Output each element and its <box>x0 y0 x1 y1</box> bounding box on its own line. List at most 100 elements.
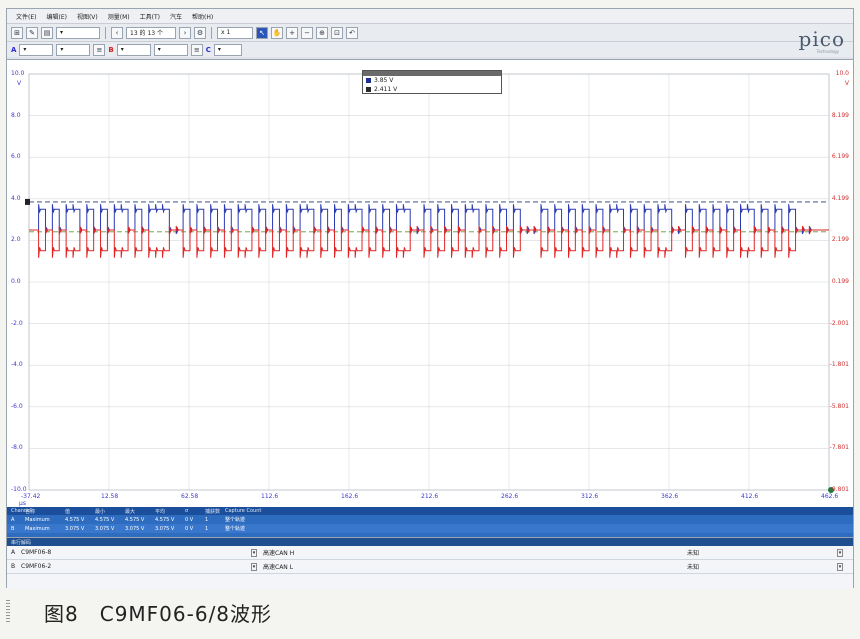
channel-a-coupling[interactable]: ▾ <box>56 43 91 56</box>
y-axis-right-tick: 0.199 <box>831 278 849 285</box>
scope-view[interactable]: 3.85 V 2.411 V 10.0 8.0 6.0 4.0 2.0 0.0 -2.0 -4… <box>7 59 853 507</box>
scope-mode-icon[interactable]: ⊞ <box>11 26 23 39</box>
spectrum-mode-icon[interactable]: ▤ <box>41 26 53 39</box>
y-axis-right-tick: 10.0 <box>835 70 849 77</box>
y-axis-left-unit: V <box>17 80 22 87</box>
measurement-header-cell: σ <box>185 508 189 514</box>
y-axis-left-tick: 4.0 <box>11 194 21 202</box>
y-axis-right-tick: 6.199 <box>831 153 849 161</box>
y-axis-right-tick: -1.801 <box>829 361 849 369</box>
y-axis-right-tick: 4.199 <box>831 194 849 202</box>
decode-status-dropdown-icon[interactable]: ▾ <box>837 549 843 557</box>
channel-b-coupling[interactable]: ▾ <box>153 43 188 56</box>
decode-status: 未知 <box>687 564 700 571</box>
measurement-cell: 4.575 V <box>125 516 145 523</box>
measurements-header: Channel 名称 值 最小 最大 平均 σ 捕获数 Capture Count <box>7 507 853 515</box>
decode-channel: B <box>11 563 16 570</box>
decode-row[interactable]: B C9MF06-2 ▾ 高速CAN L 未知 ▾ <box>7 560 853 574</box>
menu-help[interactable]: 帮助(H) <box>187 12 218 21</box>
ruler-legend-row: 2.411 V <box>363 85 501 94</box>
measurement-header-cell: Capture Count <box>225 508 262 514</box>
y-axis-left-tick: 0.0 <box>11 278 21 285</box>
decode-dropdown-icon[interactable]: ▾ <box>251 563 257 571</box>
menu-tools[interactable]: 工具(T) <box>135 12 165 21</box>
measurement-header-cell: 最小 <box>95 508 106 515</box>
measurement-cell: 0 V <box>185 516 194 523</box>
pico-logo-subtitle: Technology <box>816 49 839 54</box>
x-axis-tick: 412.6 <box>741 493 759 500</box>
measurement-cell: Maximum <box>25 525 50 532</box>
measurement-cell: 3.075 V <box>125 525 145 532</box>
measurement-header-cell: 捕获数 <box>205 508 221 515</box>
y-axis-right-tick: 2.199 <box>831 236 849 244</box>
zoom-out-icon[interactable]: − <box>301 26 313 39</box>
hand-tool-icon[interactable]: ✋ <box>271 26 283 39</box>
channel-a-label: A <box>11 45 17 54</box>
measurement-cell: 1 <box>205 525 209 532</box>
channel-a-range[interactable]: ▾ <box>19 43 54 56</box>
decode-row[interactable]: A C9MF06-8 ▾ 高速CAN H 未知 ▾ <box>7 546 853 560</box>
measurement-cell: 4.575 V <box>65 516 85 523</box>
x-axis-tick: 162.6 <box>341 493 359 500</box>
decode-protocol: 高速CAN H <box>263 550 295 557</box>
timebase-select[interactable]: ▾ <box>56 26 100 39</box>
zoom-undo-icon[interactable]: ↶ <box>346 26 358 39</box>
y-axis-left-tick: -4.0 <box>11 361 23 369</box>
zoom-in-icon[interactable]: + <box>286 26 298 39</box>
pointer-tool-icon[interactable]: ↖ <box>256 26 268 39</box>
channel-b-options-icon[interactable]: ≡ <box>190 43 203 56</box>
x-axis-unit: μs <box>19 500 26 507</box>
menu-measure[interactable]: 测量(M) <box>103 12 135 21</box>
x-axis-tick: 212.6 <box>421 493 439 500</box>
measurement-cell: 1 <box>205 516 209 523</box>
y-axis-left-tick: 8.0 <box>11 111 21 119</box>
measurement-row[interactable]: A Maximum 4.575 V 4.575 V 4.575 V 4.575 V 0 V 1… <box>7 515 853 524</box>
measurement-header-cell: Channel <box>11 508 32 514</box>
menu-edit[interactable]: 编辑(E) <box>41 12 71 21</box>
ruler-value-2: 2.411 V <box>374 86 398 93</box>
next-capture-icon[interactable]: › <box>179 26 191 39</box>
menu-view[interactable]: 视图(V) <box>72 12 103 21</box>
decode-dropdown-icon[interactable]: ▾ <box>251 549 257 557</box>
measurement-cell: A <box>11 516 15 523</box>
measurement-header-cell: 名称 <box>25 508 36 515</box>
measurement-cell: 0 V <box>185 525 194 532</box>
ruler-legend[interactable]: 3.85 V 2.411 V <box>362 70 502 94</box>
menu-file[interactable]: 文件(E) <box>11 12 41 21</box>
figure-caption: 图8 C9MF06-6/8波形 <box>44 602 273 626</box>
y-axis-left-tick: -10.0 <box>11 486 27 493</box>
x-axis-tick: 362.6 <box>661 493 679 500</box>
capture-counter[interactable]: 13 的 13 个 <box>126 26 176 39</box>
x-axis-tick: 262.6 <box>501 493 519 500</box>
channel-c-range[interactable]: ▾ <box>213 43 242 56</box>
zoom-region-icon[interactable]: ⊕ <box>316 26 328 39</box>
x-axis-tick: -37.42 <box>21 493 41 500</box>
prev-capture-icon[interactable]: ‹ <box>111 26 123 39</box>
channel-a-options-icon[interactable]: ≡ <box>93 43 106 56</box>
capture-settings-icon[interactable]: ⚙ <box>194 26 206 39</box>
decode-status-dropdown-icon[interactable]: ▾ <box>837 563 843 571</box>
y-axis-right-unit: V <box>844 80 849 87</box>
measurement-cell: 3.075 V <box>155 525 175 532</box>
main-toolbar: ⊞ ✎ ▤ ▾ ‹ 13 的 13 个 › ⚙ x 1 ↖ ✋ + − ⊕ ⊡ … <box>7 23 853 41</box>
measurement-cell: Maximum <box>25 516 50 523</box>
decode-protocol: 高速CAN L <box>263 564 294 571</box>
measurement-row[interactable]: B Maximum 3.075 V 3.075 V 3.075 V 3.075 V 0 V 1… <box>7 524 853 533</box>
pico-logo: pico <box>798 27 845 51</box>
ruler-handle-left <box>25 198 30 205</box>
y-axis-left-tick: 10.0 <box>11 70 25 77</box>
x-axis-tick: 462.6 <box>821 493 839 500</box>
x-axis-tick: 12.58 <box>101 493 119 500</box>
ruler-value-1: 3.85 V <box>374 77 394 84</box>
zoom-fit-icon[interactable]: ⊡ <box>331 26 343 39</box>
persistence-mode-icon[interactable]: ✎ <box>26 26 38 39</box>
ruler-swatch-1 <box>366 78 371 83</box>
channel-toolbar: A ▾ ▾ ≡ B ▾ ▾ ≡ C ▾ <box>7 41 853 57</box>
menu-auto[interactable]: 汽车 <box>165 12 187 21</box>
measurement-cell: B <box>11 525 15 532</box>
zoom-level[interactable]: x 1 <box>217 26 253 39</box>
measurement-header-cell: 值 <box>65 508 71 515</box>
channel-b-range[interactable]: ▾ <box>116 43 151 56</box>
y-axis-right-tick: -2.001 <box>829 319 849 327</box>
waveform-chart <box>25 73 834 493</box>
